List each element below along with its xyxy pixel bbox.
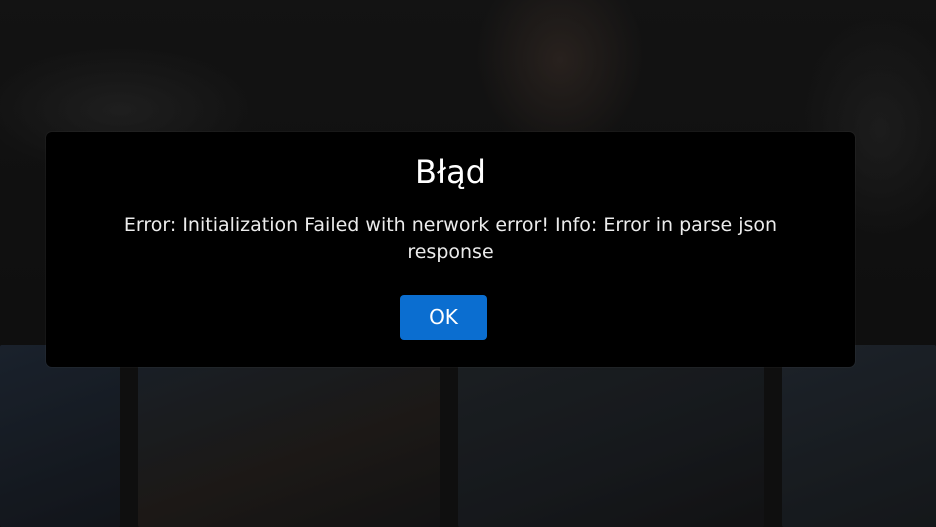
ok-button[interactable]: OK	[400, 295, 487, 340]
error-dialog: Błąd Error: Initialization Failed with n…	[46, 132, 855, 367]
dialog-title: Błąd	[415, 153, 486, 191]
tv-app-screen: ​ Błąd Error: Initialization Failed with…	[0, 0, 936, 527]
dialog-message: Error: Initialization Failed with nerwor…	[123, 214, 778, 263]
